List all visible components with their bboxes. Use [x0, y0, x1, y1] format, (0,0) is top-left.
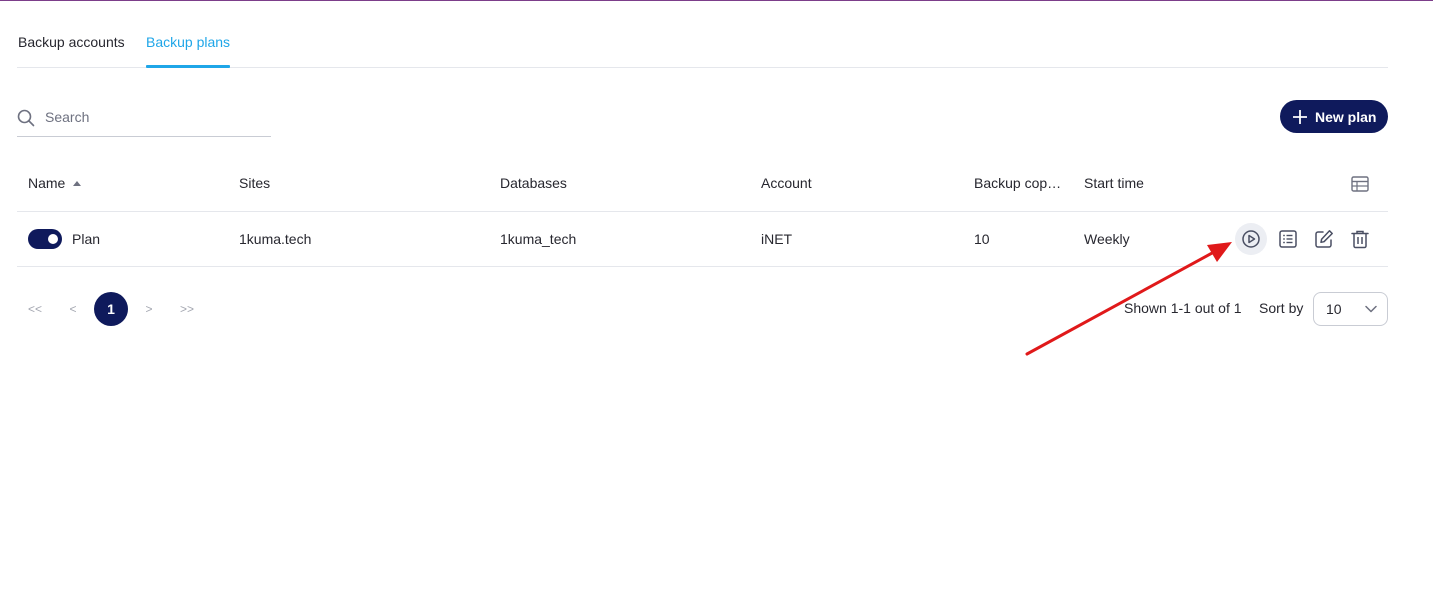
- column-header-databases[interactable]: Databases: [500, 175, 567, 191]
- tab-backup-accounts[interactable]: Backup accounts: [18, 33, 125, 51]
- chevron-down-icon: [1365, 305, 1377, 313]
- list-icon: [1279, 230, 1297, 248]
- first-page-button[interactable]: <<: [18, 292, 52, 326]
- edit-plan-button[interactable]: [1308, 223, 1340, 255]
- sort-by-label: Sort by: [1259, 300, 1304, 316]
- cell-account: iNET: [761, 231, 793, 247]
- column-header-account[interactable]: Account: [761, 175, 812, 191]
- page-1-button[interactable]: 1: [94, 292, 128, 326]
- column-header-sites[interactable]: Sites: [239, 175, 270, 191]
- next-page-button[interactable]: >: [132, 292, 166, 326]
- column-header-start-time[interactable]: Start time: [1084, 175, 1144, 191]
- sort-ascending-icon[interactable]: [73, 181, 81, 186]
- column-header-name[interactable]: Name: [28, 175, 65, 191]
- prev-page-button[interactable]: <: [56, 292, 90, 326]
- cell-name: Plan: [72, 231, 101, 247]
- results-count: Shown 1-1 out of 1: [1124, 300, 1242, 316]
- table-header: Name Sites Databases Account Backup copi…: [17, 156, 1388, 212]
- view-log-button[interactable]: [1272, 223, 1304, 255]
- run-plan-button[interactable]: [1235, 223, 1267, 255]
- search-box: [17, 100, 271, 137]
- search-input[interactable]: [45, 107, 265, 127]
- new-plan-button[interactable]: New plan: [1280, 100, 1388, 133]
- delete-plan-button[interactable]: [1344, 223, 1376, 255]
- cell-backup-copies: 10: [974, 231, 990, 247]
- tab-backup-plans[interactable]: Backup plans: [146, 33, 230, 51]
- search-icon: [17, 109, 35, 127]
- cell-databases: 1kuma_tech: [500, 231, 577, 247]
- plus-icon: [1293, 109, 1307, 124]
- cell-sites: 1kuma.tech: [239, 231, 312, 247]
- per-page-select[interactable]: 10: [1313, 292, 1388, 326]
- tab-bar: Backup accounts Backup plans: [17, 0, 1388, 68]
- column-settings-icon[interactable]: [1351, 176, 1369, 192]
- edit-icon: [1315, 230, 1333, 248]
- per-page-value: 10: [1326, 301, 1342, 317]
- last-page-button[interactable]: >>: [170, 292, 204, 326]
- play-circle-icon: [1242, 230, 1260, 248]
- table-row: Plan 1kuma.tech 1kuma_tech iNET 10 Weekl…: [17, 212, 1388, 267]
- new-plan-label: New plan: [1315, 108, 1377, 125]
- plan-enabled-toggle[interactable]: [28, 229, 62, 249]
- trash-icon: [1351, 230, 1369, 249]
- column-header-backup-copies[interactable]: Backup copies: [974, 175, 1064, 191]
- active-tab-indicator: [146, 65, 230, 68]
- cell-start-time: Weekly: [1084, 231, 1130, 247]
